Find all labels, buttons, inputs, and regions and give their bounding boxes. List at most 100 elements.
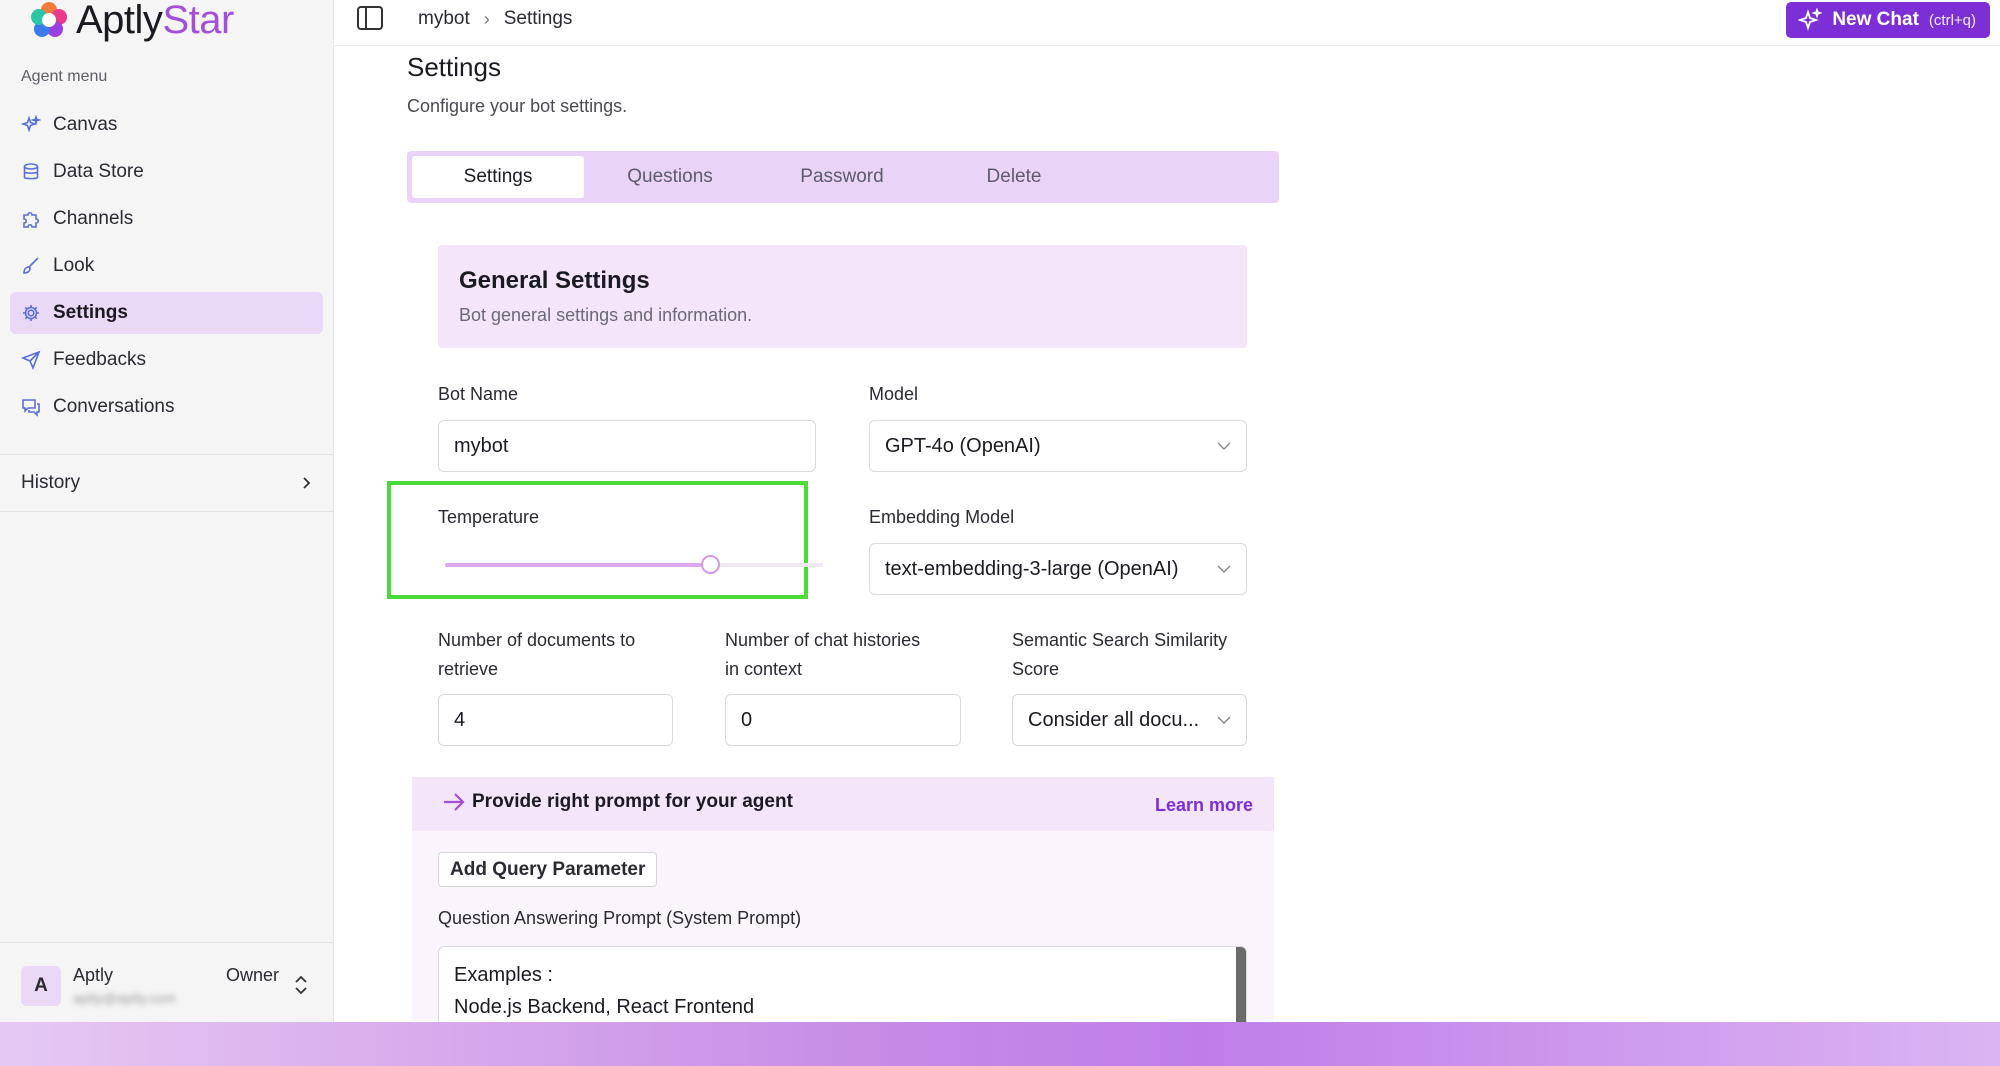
sidebar-item-label: Feedbacks — [53, 349, 146, 370]
sidebar-item-data-store[interactable]: Data Store — [10, 151, 323, 193]
arrow-right-icon — [444, 793, 465, 811]
sidebar-item-label: Canvas — [53, 114, 118, 135]
textarea-scrollbar[interactable] — [1236, 947, 1246, 1026]
bottom-gradient-strip — [0, 1022, 2000, 1066]
sidebar-item-feedbacks[interactable]: Feedbacks — [10, 339, 323, 381]
similarity-label: Semantic Search Similarity Score — [1012, 626, 1227, 684]
send-icon — [21, 350, 41, 370]
bot-name-label: Bot Name — [438, 384, 519, 404]
general-settings-title: General Settings — [459, 267, 650, 294]
top-bar: mybot › Settings New Chat (ctrl+q) — [334, 0, 2000, 46]
similarity-label-line2: Score — [1012, 659, 1060, 679]
avatar: A — [21, 966, 61, 1006]
prompt-banner-text: Provide right prompt for your agent — [442, 791, 793, 813]
similarity-select[interactable]: Consider all docu... — [1012, 694, 1247, 746]
new-chat-label: New Chat — [1832, 9, 1919, 30]
user-role: Owner — [226, 965, 280, 985]
main-content: Settings Configure your bot settings. Se… — [334, 46, 2000, 1026]
documents-label-line2: retrieve — [438, 659, 499, 679]
temperature-slider-fill — [445, 563, 710, 567]
sidebar-item-label: Settings — [53, 302, 128, 323]
gear-icon — [23, 305, 39, 321]
sidebar-item-settings[interactable]: Settings — [10, 292, 323, 334]
breadcrumb-bot[interactable]: mybot — [418, 8, 470, 30]
sparkles-icon — [21, 115, 41, 133]
sidebar-item-look[interactable]: Look — [10, 245, 323, 287]
tab-delete[interactable]: Delete — [928, 156, 1100, 198]
prompt-line: Node.js Backend, React Frontend — [454, 996, 755, 1018]
sidebar-item-label: Data Store — [53, 161, 144, 182]
chevron-down-icon — [1217, 565, 1231, 573]
histories-label: Number of chat histories in context — [725, 626, 920, 684]
brand-name: AptlyStar — [76, 0, 234, 40]
embedding-model-value: text-embedding-3-large (OpenAI) — [885, 557, 1179, 580]
agent-menu-label: Agent menu — [21, 68, 108, 85]
histories-label-line1: Number of chat histories — [725, 630, 921, 650]
new-chat-shortcut: (ctrl+q) — [1928, 11, 1976, 29]
temperature-slider-thumb[interactable] — [700, 555, 720, 574]
prompt-line: Examples : — [454, 964, 553, 986]
chevron-down-icon — [1217, 442, 1231, 450]
sidebar-toggle-icon[interactable] — [356, 5, 384, 31]
breadcrumb: mybot › Settings — [418, 8, 572, 30]
tab-questions[interactable]: Questions — [584, 156, 756, 198]
settings-tabs: Settings Questions Password Delete — [407, 151, 1279, 203]
tab-password[interactable]: Password — [756, 156, 928, 198]
similarity-label-line1: Semantic Search Similarity — [1012, 630, 1228, 650]
user-menu[interactable]: A Aptly aptly@aptly.com Owner — [0, 942, 334, 1022]
brand-suffix: Star — [162, 0, 234, 42]
logo-icon — [31, 2, 67, 37]
sidebar: AptlyStar Agent menu Canvas Data Store C… — [0, 0, 334, 1022]
user-name: Aptly — [73, 965, 114, 985]
sidebar-nav: Canvas Data Store Channels Look Settings… — [10, 104, 323, 433]
prompt-banner: Provide right prompt for your agent Lear… — [412, 777, 1274, 831]
embedding-model-select[interactable]: text-embedding-3-large (OpenAI) — [869, 543, 1247, 595]
app-logo[interactable]: AptlyStar — [30, 0, 234, 40]
temperature-highlight — [387, 481, 808, 599]
model-select[interactable]: GPT-4o (OpenAI) — [869, 420, 1247, 472]
histories-label-line2: in context — [725, 659, 803, 679]
similarity-select-value: Consider all docu... — [1028, 708, 1200, 731]
temperature-slider[interactable] — [445, 555, 823, 574]
user-email: aptly@aptly.com — [73, 990, 176, 1006]
documents-label-line1: Number of documents to — [438, 630, 636, 650]
tab-settings[interactable]: Settings — [412, 156, 584, 198]
embedding-model-label: Embedding Model — [869, 507, 1015, 527]
puzzle-icon — [23, 211, 40, 228]
new-chat-button[interactable]: New Chat (ctrl+q) — [1786, 2, 1990, 38]
brush-icon — [23, 257, 39, 274]
sidebar-item-canvas[interactable]: Canvas — [10, 104, 323, 146]
chevron-right-icon — [303, 477, 311, 489]
sidebar-item-label: Channels — [53, 208, 134, 229]
documents-label: Number of documents to retrieve — [438, 626, 635, 684]
page-title: Settings — [407, 52, 501, 82]
sidebar-item-channels[interactable]: Channels — [10, 198, 323, 240]
temperature-label: Temperature — [438, 507, 540, 527]
model-label: Model — [869, 384, 919, 404]
history-section[interactable]: History — [0, 454, 334, 512]
database-icon — [23, 163, 39, 180]
page-subtitle: Configure your bot settings. — [407, 96, 628, 116]
add-query-parameter-button[interactable]: Add Query Parameter — [438, 852, 658, 887]
breadcrumb-current: Settings — [503, 8, 573, 29]
bot-name-input[interactable]: mybot — [438, 420, 816, 472]
sidebar-item-conversations[interactable]: Conversations — [10, 386, 323, 428]
chat-icon — [22, 399, 40, 417]
general-settings-header: General Settings Bot general settings an… — [438, 245, 1247, 348]
chevron-up-down-icon[interactable] — [293, 973, 309, 997]
documents-input[interactable]: 4 — [438, 694, 673, 746]
sidebar-item-label: Look — [53, 255, 95, 276]
sparkles-icon — [1798, 8, 1823, 31]
general-settings-subtitle: Bot general settings and information. — [459, 305, 753, 325]
chevron-down-icon — [1217, 716, 1231, 724]
system-prompt-label: Question Answering Prompt (System Prompt… — [438, 908, 802, 928]
brand-prefix: Aptly — [76, 0, 163, 42]
prompt-banner-label: Provide right prompt for your agent — [472, 791, 793, 812]
history-label: History — [21, 472, 81, 493]
sidebar-item-label: Conversations — [53, 396, 175, 417]
model-select-value: GPT-4o (OpenAI) — [885, 434, 1041, 457]
histories-input[interactable]: 0 — [725, 694, 961, 746]
learn-more-link[interactable]: Learn more — [1155, 795, 1253, 816]
breadcrumb-separator-icon: › — [483, 8, 490, 29]
system-prompt-textarea[interactable]: Examples : Node.js Backend, React Fronte… — [438, 946, 1247, 1026]
